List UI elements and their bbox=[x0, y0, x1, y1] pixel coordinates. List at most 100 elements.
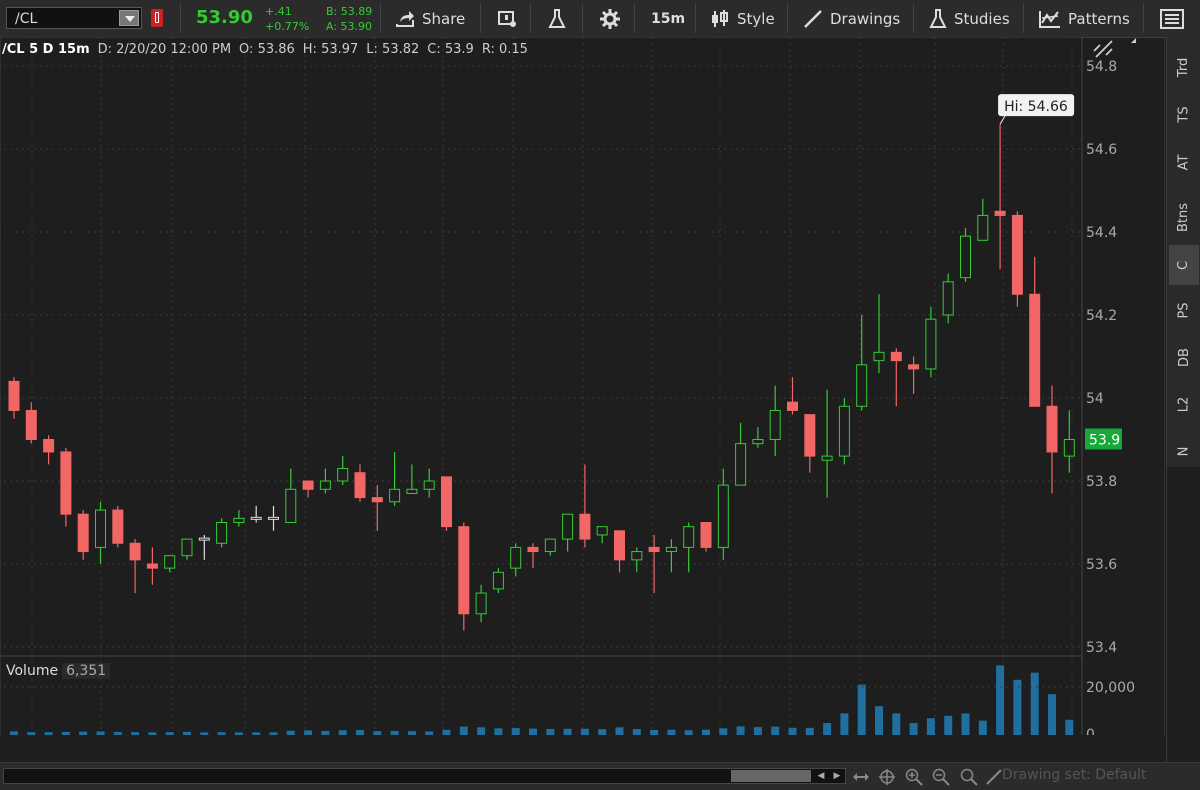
candle-body bbox=[873, 351, 885, 362]
candle-body bbox=[925, 318, 937, 370]
volume-bar bbox=[234, 732, 243, 735]
chart-area[interactable]: 53.4 53.6 53.8 54 54.2 54.4 54.6 54.8 Hi: 54.66 5… bbox=[0, 36, 1166, 757]
last-price: 53.90 bbox=[196, 7, 253, 28]
volume-label: Volume 6,351 bbox=[2, 660, 111, 682]
share-button[interactable]: Share bbox=[395, 0, 465, 37]
volume-bar bbox=[148, 732, 157, 735]
volume-bar bbox=[356, 729, 364, 735]
share-label: Share bbox=[422, 9, 466, 28]
candle-body bbox=[146, 563, 158, 569]
flag-button[interactable] bbox=[497, 0, 524, 37]
volume-bar bbox=[857, 684, 866, 735]
candle-body bbox=[423, 480, 435, 490]
timeframe-label: 15m bbox=[651, 10, 686, 27]
volume-bar bbox=[771, 726, 780, 735]
horizontal-scrollbar[interactable]: ◀ ▶ bbox=[3, 768, 846, 784]
scroll-right-arrow[interactable]: ▶ bbox=[830, 770, 844, 782]
share-icon bbox=[396, 10, 414, 27]
zoom-out-icon[interactable] bbox=[932, 768, 950, 786]
chart-info-bar: /CL 5 D 15m D: 2/20/20 12:00 PM O: 53.86… bbox=[2, 38, 536, 60]
volume-bar bbox=[667, 729, 676, 735]
volume-bar bbox=[702, 729, 710, 735]
net-change: +.41 bbox=[265, 5, 292, 18]
price-tick-label: 54.4 bbox=[1086, 225, 1117, 241]
volume-bar bbox=[200, 732, 209, 735]
side-tab-ts[interactable]: TS bbox=[1169, 94, 1199, 134]
price-pane bbox=[0, 37, 1082, 655]
side-tab-c[interactable]: C bbox=[1169, 245, 1199, 285]
side-tab-n[interactable]: N bbox=[1169, 431, 1199, 471]
studies-button[interactable]: Studies bbox=[929, 0, 1016, 43]
candle-body bbox=[406, 488, 418, 494]
volume-value: 6,351 bbox=[62, 663, 111, 679]
symbol-selector[interactable]: /CL bbox=[6, 7, 142, 29]
price-chart[interactable]: 53.4 53.6 53.8 54 54.2 54.4 54.6 54.8 Hi: 54.66 5… bbox=[0, 36, 1166, 757]
expand-icon[interactable] bbox=[852, 768, 870, 786]
studies-flask-icon bbox=[929, 8, 947, 28]
scroll-left-arrow[interactable]: ◀ bbox=[814, 770, 828, 782]
volume-bar bbox=[978, 720, 987, 735]
volume-bar bbox=[61, 731, 70, 735]
candle-body bbox=[492, 571, 504, 590]
volume-bar bbox=[961, 713, 970, 735]
candle-body bbox=[337, 468, 349, 482]
candle-body bbox=[856, 364, 868, 407]
candle-body bbox=[95, 509, 106, 548]
alert-icon[interactable] bbox=[151, 9, 163, 27]
side-tab-btns[interactable]: Btns bbox=[1169, 197, 1199, 237]
bar-open: O: 53.86 bbox=[239, 41, 295, 57]
candle-body bbox=[908, 364, 920, 370]
side-tab-label: DB bbox=[1176, 347, 1192, 367]
candle-body bbox=[129, 542, 141, 561]
settings-button[interactable] bbox=[600, 0, 627, 37]
drawings-button[interactable]: Drawings bbox=[803, 0, 907, 43]
side-tab-at[interactable]: AT bbox=[1169, 142, 1199, 182]
zoom-in-icon[interactable] bbox=[905, 768, 923, 786]
patterns-button[interactable]: Patterns bbox=[1039, 0, 1136, 43]
price-tick-label: 54.6 bbox=[1086, 142, 1117, 158]
last-price-marker-label: 53.9 bbox=[1089, 433, 1120, 449]
candle-body bbox=[164, 555, 176, 569]
side-tab-ps[interactable]: PS bbox=[1169, 290, 1199, 330]
volume-bar bbox=[79, 731, 88, 735]
candle-body bbox=[475, 592, 487, 615]
volume-bar bbox=[183, 731, 191, 735]
studies-lab-button[interactable] bbox=[548, 0, 573, 37]
volume-bar bbox=[529, 728, 537, 735]
candle-body bbox=[700, 522, 712, 548]
candle-body bbox=[596, 526, 608, 536]
candle-body bbox=[631, 551, 643, 561]
side-panel: Trd TS AT Btns C PS DB L2 N bbox=[1166, 37, 1200, 467]
candle-body bbox=[250, 516, 262, 520]
volume-bar bbox=[165, 732, 174, 735]
candle-body bbox=[268, 516, 279, 520]
candle-body bbox=[458, 526, 470, 615]
volume-bar bbox=[390, 730, 399, 735]
candle-body bbox=[890, 351, 902, 362]
volume-bar bbox=[252, 732, 261, 735]
pen-icon[interactable] bbox=[985, 768, 1003, 786]
volume-bar bbox=[27, 732, 36, 735]
menu-button[interactable] bbox=[1160, 0, 1191, 37]
timeframe-button[interactable]: 15m bbox=[651, 0, 685, 37]
drawing-set-label[interactable]: Drawing set: Default bbox=[1002, 767, 1146, 783]
price-tick-label: 53.6 bbox=[1086, 557, 1117, 573]
volume-bar bbox=[425, 731, 434, 735]
volume-bar bbox=[321, 730, 330, 735]
candle-body bbox=[441, 476, 452, 528]
chevron-down-icon[interactable] bbox=[119, 10, 139, 26]
volume-bar bbox=[996, 665, 1005, 735]
zoom-box-icon[interactable] bbox=[960, 768, 978, 786]
bar-close: C: 53.9 bbox=[427, 41, 474, 57]
crosshair-icon[interactable] bbox=[878, 768, 896, 786]
side-tab-l2[interactable]: L2 bbox=[1169, 384, 1199, 424]
style-button[interactable]: Style bbox=[710, 0, 781, 43]
side-tab-db[interactable]: DB bbox=[1169, 337, 1199, 377]
candle-body bbox=[1029, 293, 1041, 407]
candle-body bbox=[60, 451, 72, 515]
scrollbar-thumb[interactable] bbox=[731, 770, 811, 782]
volume-bar bbox=[269, 732, 278, 735]
volume-bar bbox=[615, 727, 624, 735]
candle-body bbox=[977, 214, 989, 241]
side-tab-trd[interactable]: Trd bbox=[1169, 47, 1199, 87]
